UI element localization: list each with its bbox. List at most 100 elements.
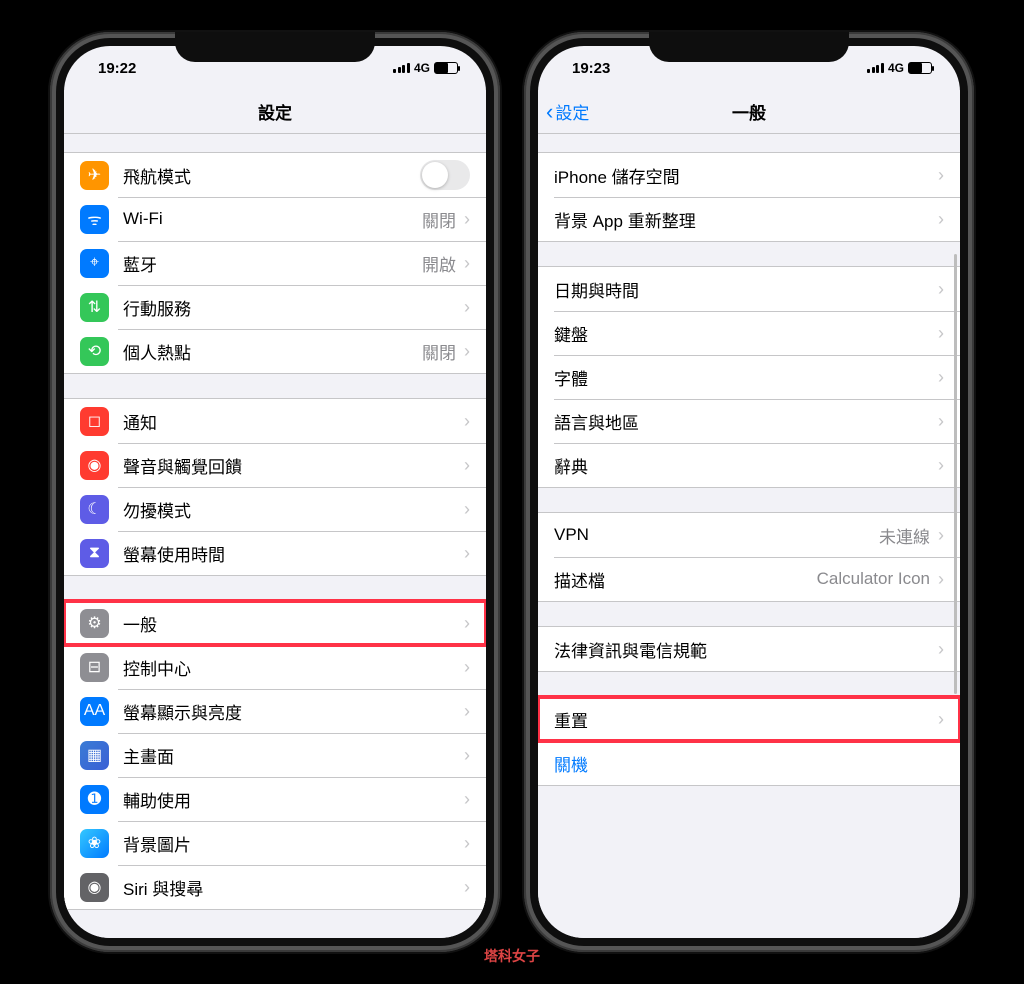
chevron-right-icon: › xyxy=(938,367,944,388)
row-label: 主畫面 xyxy=(123,743,464,768)
row-language-region[interactable]: 語言與地區› xyxy=(538,399,960,443)
row-display[interactable]: AA螢幕顯示與亮度› xyxy=(64,689,486,733)
gear-icon: ⚙ xyxy=(80,609,109,638)
chevron-right-icon: › xyxy=(938,209,944,230)
row-label: 一般 xyxy=(123,611,464,636)
switches-icon: ⊟ xyxy=(80,653,109,682)
speaker-icon: ◉ xyxy=(80,451,109,480)
row-label: 飛航模式 xyxy=(123,163,420,188)
chevron-right-icon: › xyxy=(464,253,470,274)
row-label: 螢幕顯示與亮度 xyxy=(123,699,464,724)
nav-bar: ‹ 設定 一般 xyxy=(538,90,960,134)
row-label: 辭典 xyxy=(554,453,938,478)
row-wifi[interactable]: ᯤWi-Fi關閉› xyxy=(64,197,486,241)
chevron-right-icon: › xyxy=(464,455,470,476)
chevron-right-icon: › xyxy=(938,455,944,476)
row-value: 關閉 xyxy=(422,207,456,232)
airplane-icon: ✈ xyxy=(80,161,109,190)
row-cellular[interactable]: ⇅行動服務› xyxy=(64,285,486,329)
status-time: 19:22 xyxy=(98,60,136,77)
chevron-right-icon: › xyxy=(938,411,944,432)
row-bluetooth[interactable]: ⌖ 藍牙開啟 › xyxy=(64,241,486,285)
row-value: 未連線 xyxy=(879,523,930,548)
notch xyxy=(649,32,849,62)
network-label: 4G xyxy=(888,61,904,75)
row-profiles[interactable]: 描述檔Calculator Icon › xyxy=(538,557,960,601)
scrollbar[interactable] xyxy=(954,254,957,694)
watermark: 塔科女子 xyxy=(484,946,540,966)
notch xyxy=(175,32,375,62)
phone-left: 19:22 4G 設定 ✈ 飛航模式 ᯤWi-Fi關閉› ⌖ 藍牙開啟 › ⇅行動服務› ⟲ 個… xyxy=(50,32,500,952)
chevron-left-icon: ‹ xyxy=(546,101,553,123)
row-fonts[interactable]: 字體› xyxy=(538,355,960,399)
row-vpn[interactable]: VPN未連線› xyxy=(538,513,960,557)
general-list[interactable]: iPhone 儲存空間›背景 App 重新整理›日期與時間›鍵盤›字體›語言與地… xyxy=(538,134,960,938)
row-label: 聲音與觸覺回饋 xyxy=(123,453,464,478)
row-label: Siri 與搜尋 xyxy=(123,875,464,900)
display-icon: AA xyxy=(80,697,109,726)
row-label: 螢幕使用時間 xyxy=(123,541,464,566)
row-dictionary[interactable]: 辭典› xyxy=(538,443,960,487)
row-value: 開啟 xyxy=(422,251,456,276)
chevron-right-icon: › xyxy=(464,877,470,898)
row-label: 藍牙 xyxy=(123,251,422,276)
chevron-right-icon: › xyxy=(464,499,470,520)
row-label: 鍵盤 xyxy=(554,321,938,346)
row-value: 關閉 xyxy=(422,339,456,364)
row-background-refresh[interactable]: 背景 App 重新整理› xyxy=(538,197,960,241)
phone-right: 19:23 4G ‹ 設定 一般 iPhone 儲存空間›背景 App 重新整理… xyxy=(524,32,974,952)
row-label: 輔助使用 xyxy=(123,787,464,812)
wallpaper-icon: ❀ xyxy=(80,829,109,858)
chevron-right-icon: › xyxy=(464,657,470,678)
row-value: Calculator Icon xyxy=(817,569,930,589)
row-label: iPhone 儲存空間 xyxy=(554,163,938,188)
battery-icon xyxy=(434,62,458,74)
row-label: 關機 xyxy=(554,751,944,776)
row-date-time[interactable]: 日期與時間› xyxy=(538,267,960,311)
network-label: 4G xyxy=(414,61,430,75)
row-accessibility[interactable]: ➊ 輔助使用› xyxy=(64,777,486,821)
row-wallpaper[interactable]: ❀背景圖片› xyxy=(64,821,486,865)
row-keyboard[interactable]: 鍵盤› xyxy=(538,311,960,355)
row-label: 勿擾模式 xyxy=(123,497,464,522)
hotspot-icon: ⟲ xyxy=(80,337,109,366)
bell-icon: ◻ xyxy=(80,407,109,436)
row-legal[interactable]: 法律資訊與電信規範› xyxy=(538,627,960,671)
row-general[interactable]: ⚙一般› xyxy=(64,601,486,645)
nav-back-label: 設定 xyxy=(555,99,589,124)
row-control-center[interactable]: ⊟控制中心› xyxy=(64,645,486,689)
nav-back-button[interactable]: ‹ 設定 xyxy=(546,90,589,133)
chevron-right-icon: › xyxy=(464,341,470,362)
chevron-right-icon: › xyxy=(464,789,470,810)
wifi-icon: ᯤ xyxy=(80,205,109,234)
siri-icon: ◉ xyxy=(80,873,109,902)
row-label: 重置 xyxy=(554,707,938,732)
row-reset[interactable]: 重置› xyxy=(538,697,960,741)
row-sounds[interactable]: ◉ 聲音與觸覺回饋› xyxy=(64,443,486,487)
signal-icon xyxy=(867,63,884,73)
chevron-right-icon: › xyxy=(938,569,944,590)
row-label: 個人熱點 xyxy=(123,339,422,364)
row-screentime[interactable]: ⧗螢幕使用時間› xyxy=(64,531,486,575)
row-label: 描述檔 xyxy=(554,567,817,592)
row-shutdown[interactable]: 關機 xyxy=(538,741,960,785)
row-airplane-mode[interactable]: ✈ 飛航模式 xyxy=(64,153,486,197)
row-label: 背景圖片 xyxy=(123,831,464,856)
nav-bar: 設定 xyxy=(64,90,486,134)
toggle-airplane-mode[interactable] xyxy=(420,160,470,190)
bluetooth-icon: ⌖ xyxy=(80,249,109,278)
row-label: 通知 xyxy=(123,409,464,434)
row-hotspot[interactable]: ⟲ 個人熱點關閉 › xyxy=(64,329,486,373)
row-home-screen[interactable]: ▦主畫面› xyxy=(64,733,486,777)
row-dnd[interactable]: ☾ 勿擾模式› xyxy=(64,487,486,531)
row-notifications[interactable]: ◻通知› xyxy=(64,399,486,443)
row-siri[interactable]: ◉ Siri 與搜尋› xyxy=(64,865,486,909)
status-time: 19:23 xyxy=(572,60,610,77)
row-iphone-storage[interactable]: iPhone 儲存空間› xyxy=(538,153,960,197)
nav-title: 設定 xyxy=(258,99,292,124)
accessibility-icon: ➊ xyxy=(80,785,109,814)
status-indicators: 4G xyxy=(393,61,458,75)
row-label: 字體 xyxy=(554,365,938,390)
moon-icon: ☾ xyxy=(80,495,109,524)
settings-list[interactable]: ✈飛航模式ᯤWi-Fi關閉›⌖藍牙開啟›⇅行動服務›⟲個人熱點關閉›◻通知›◉聲… xyxy=(64,134,486,938)
